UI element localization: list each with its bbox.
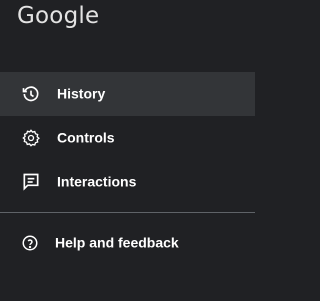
nav-item-history[interactable]: History <box>0 72 255 116</box>
gear-icon <box>21 128 41 148</box>
help-circle-icon <box>21 234 39 252</box>
nav-item-label: History <box>57 85 106 102</box>
feedback-list-icon <box>21 172 41 192</box>
help-and-feedback-label: Help and feedback <box>55 234 179 251</box>
nav-item-label: Interactions <box>57 173 137 190</box>
help-and-feedback-item[interactable]: Help and feedback <box>0 221 255 265</box>
nav-item-controls[interactable]: Controls <box>0 116 255 160</box>
nav-item-label: Controls <box>57 129 115 146</box>
nav-item-interactions[interactable]: Interactions <box>0 160 255 204</box>
side-navigation: History Controls Interactions <box>0 72 255 204</box>
history-icon <box>21 84 41 104</box>
divider <box>0 212 255 213</box>
google-logo[interactable]: Google <box>17 3 99 29</box>
